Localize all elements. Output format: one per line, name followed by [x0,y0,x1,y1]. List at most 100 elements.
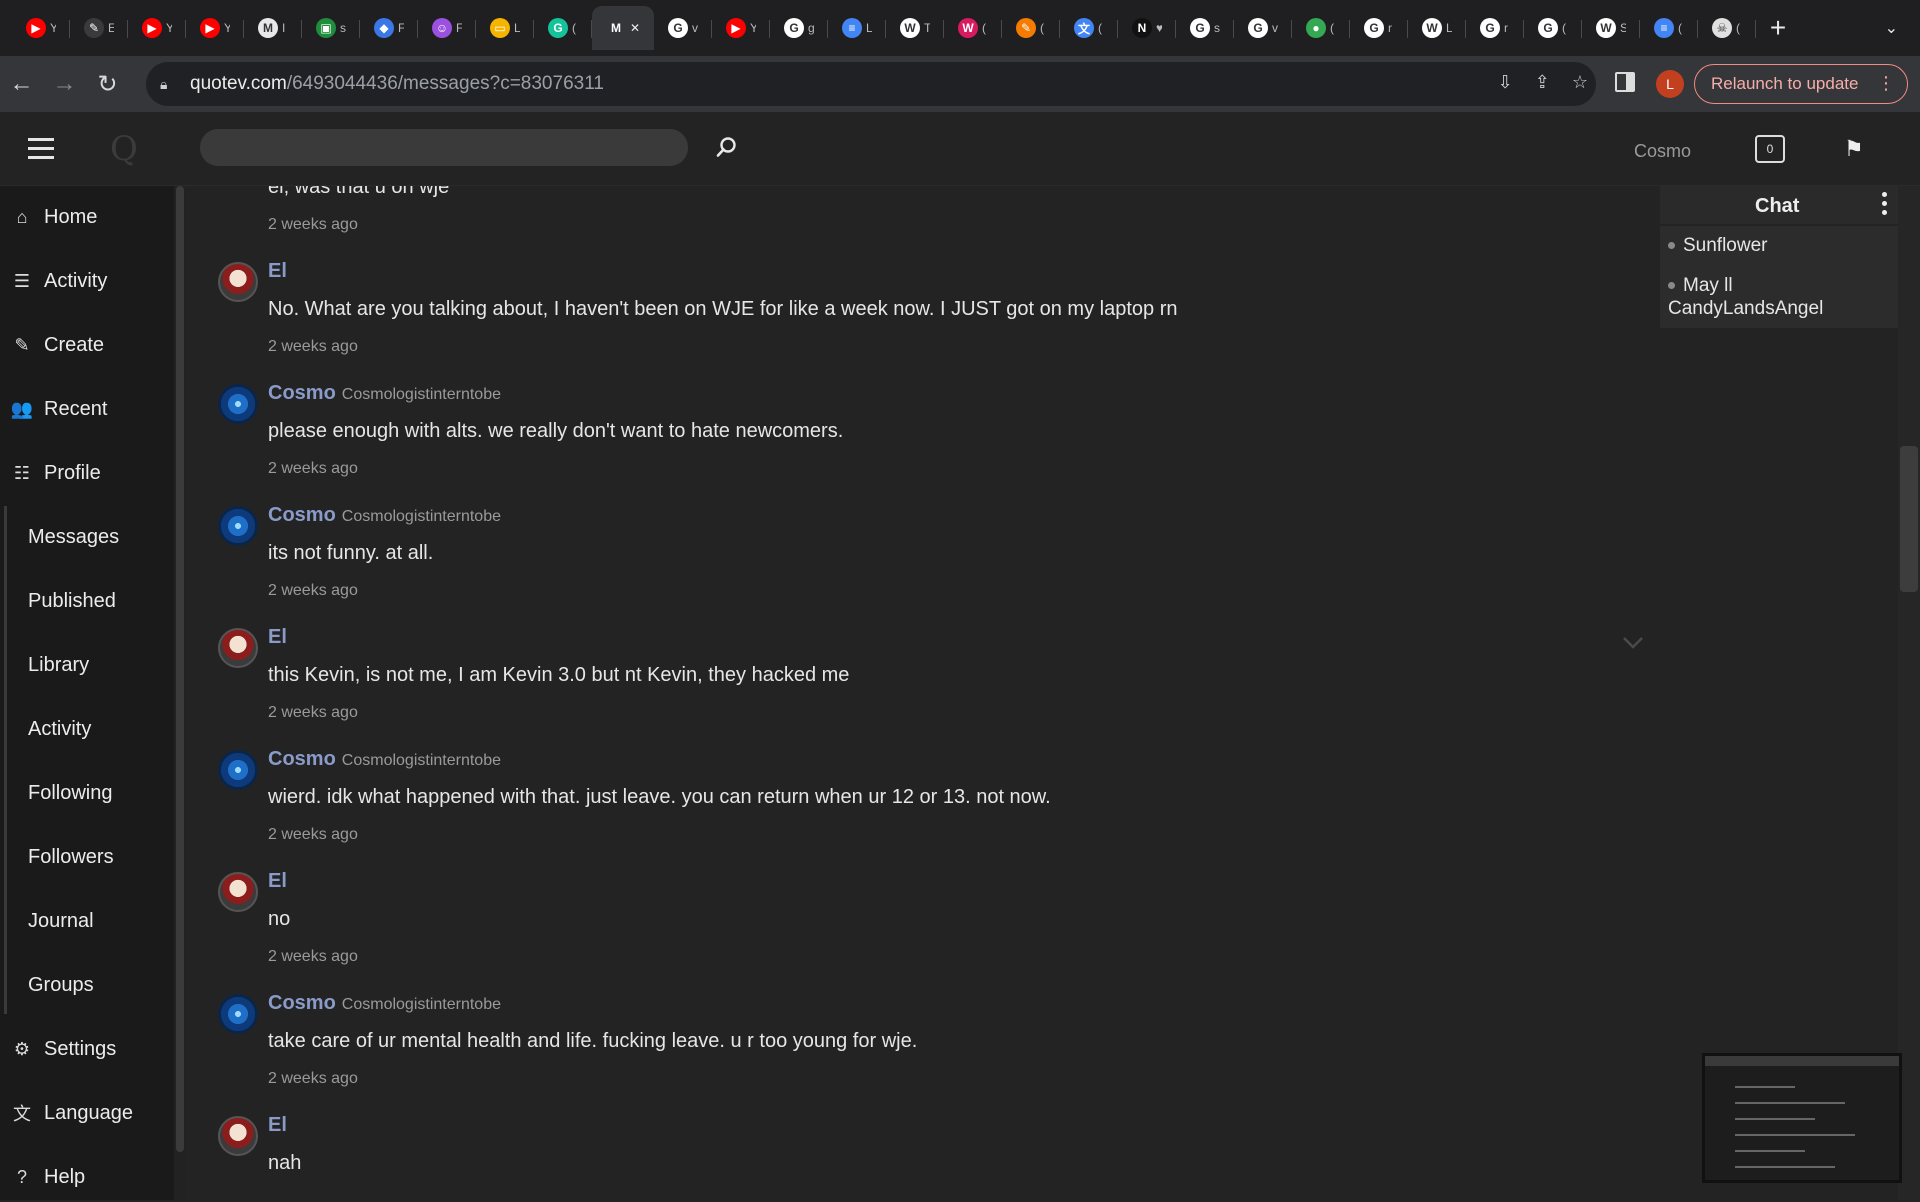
browser-tab[interactable]: Gs [1176,6,1234,50]
home-icon: ⌂ [16,206,28,227]
browser-tab[interactable]: ▶ Y [712,6,770,50]
author-name[interactable]: Cosmo [268,748,336,770]
browser-tab[interactable]: ☠( [1698,6,1756,50]
search-input[interactable] [200,129,688,166]
profile-avatar[interactable]: L [1656,70,1684,98]
browser-tab[interactable]: 文( [1060,6,1118,50]
browser-tab[interactable]: ▭ L [476,6,534,50]
browser-tab[interactable]: ▣ s [302,6,360,50]
side-panel-icon[interactable] [1615,72,1635,92]
site-logo[interactable]: Q [110,129,138,169]
notification-count[interactable]: 0 [1755,135,1785,163]
browser-tab[interactable]: M ✕ [592,6,654,50]
message-text: el, was that u on wje [268,186,450,198]
sidebar-item[interactable]: 👥 Recent [0,384,172,434]
sidebar-item[interactable]: Messages [0,512,172,562]
avatar[interactable] [218,872,258,912]
browser-tab[interactable]: ✎ E [70,6,128,50]
message-author[interactable]: El [268,870,293,893]
author-name[interactable]: El [268,1114,287,1136]
sidebar-item[interactable]: ⚙ Settings [0,1024,172,1074]
browser-tab[interactable]: Gg [770,6,828,50]
avatar[interactable] [218,506,258,546]
browser-tab[interactable]: ▶ Y [12,6,70,50]
browser-tab[interactable]: ✎( [1002,6,1060,50]
sidebar-item[interactable]: Followers [0,832,172,882]
sidebar-item[interactable]: Groups [0,960,172,1010]
sidebar-item[interactable]: Following [0,768,172,818]
message-author[interactable]: Cosmo Cosmologistinterntobe [268,992,501,1015]
browser-tab[interactable]: ▶ Y [186,6,244,50]
quotev-icon: M [605,18,626,38]
browser-tab[interactable]: G( [534,6,592,50]
author-name[interactable]: El [268,626,287,648]
avatar[interactable] [218,384,258,424]
sidebar-item[interactable]: ✎ Create [0,320,172,370]
new-tab-button[interactable]: + [1756,12,1800,44]
browser-tab[interactable]: N ♥ [1118,6,1176,50]
browser-tab[interactable]: G( [1524,6,1582,50]
message-author[interactable]: Cosmo Cosmologistinterntobe [268,382,501,405]
browser-tab[interactable]: Gr [1466,6,1524,50]
browser-tab[interactable]: Gr [1350,6,1408,50]
browser-tab[interactable]: ◆ F [360,6,418,50]
sidebar-item[interactable]: ☷ Profile [0,448,172,498]
sidebar-item[interactable]: Journal [0,896,172,946]
browser-tab[interactable]: WS [1582,6,1640,50]
browser-tab[interactable]: WL [1408,6,1466,50]
message-author[interactable]: El [268,260,293,283]
tab-search-icon[interactable]: ⌄ [1885,18,1898,38]
message-author[interactable]: El [268,1114,293,1137]
browser-tab[interactable]: MI [244,6,302,50]
message-author[interactable]: Cosmo Cosmologistinterntobe [268,504,501,527]
forward-icon[interactable]: → [43,70,86,98]
avatar[interactable] [218,1116,258,1156]
sidebar-item[interactable]: Activity [0,704,172,754]
browser-tab[interactable]: ≡ L [828,6,886,50]
sidebar-scrollbar[interactable] [174,186,186,1200]
hamburger-menu-icon[interactable] [28,138,54,165]
search-icon[interactable] [716,136,738,158]
lock-icon[interactable]: 🔒︎ [160,76,190,93]
sidebar-item[interactable]: 文 Language [0,1088,172,1138]
avatar[interactable] [218,750,258,790]
more-vert-icon[interactable]: ⋮ [1877,73,1895,94]
back-icon[interactable]: ← [0,70,43,98]
browser-tab[interactable]: ▶ Y [128,6,186,50]
author-name[interactable]: Cosmo [268,992,336,1014]
browser-tab[interactable]: W( [944,6,1002,50]
avatar[interactable] [218,628,258,668]
browser-tab[interactable]: Gv [654,6,712,50]
username-link[interactable]: Cosmo [1634,141,1691,162]
address-bar[interactable]: 🔒︎ quotev.com/6493044436/messages?c=8307… [146,62,1596,106]
sidebar-item[interactable]: Library [0,640,172,690]
sidebar-item[interactable]: ⌂ Home [0,192,172,242]
chevron-down-icon[interactable] [1622,636,1644,650]
reload-icon[interactable]: ↻ [86,70,129,99]
author-name[interactable]: Cosmo [268,382,336,404]
browser-tab[interactable]: ●( [1292,6,1350,50]
relaunch-button[interactable]: Relaunch to update ⋮ [1694,64,1908,104]
browser-tab[interactable]: Gv [1234,6,1292,50]
sidebar-item[interactable]: ☰ Activity [0,256,172,306]
more-vert-icon[interactable] [1882,192,1888,219]
author-name[interactable]: Cosmo [268,504,336,526]
share-icon[interactable]: ⇪ [1535,72,1550,93]
flag-icon[interactable]: ⚑ [1844,136,1864,162]
avatar[interactable] [218,262,258,302]
browser-tab[interactable]: ≡( [1640,6,1698,50]
avatar[interactable] [218,994,258,1034]
install-icon[interactable]: ⇩ [1498,72,1513,93]
bookmark-star-icon[interactable]: ☆ [1572,72,1588,93]
sidebar-item[interactable]: Published [0,576,172,626]
message-author[interactable]: Cosmo Cosmologistinterntobe [268,748,501,771]
chat-item[interactable]: May ll CandyLandsAngel [1668,274,1888,320]
message-author[interactable]: El [268,626,293,649]
author-name[interactable]: El [268,870,287,892]
sidebar-item[interactable]: ? Help [0,1152,172,1202]
browser-tab[interactable]: ☺ F [418,6,476,50]
browser-tab[interactable]: WT [886,6,944,50]
author-name[interactable]: El [268,260,287,282]
page-scrollbar[interactable] [1898,186,1920,1200]
chat-item[interactable]: Sunflower [1668,234,1888,257]
